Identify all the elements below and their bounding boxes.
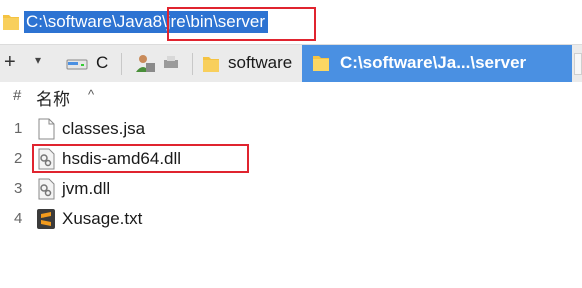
list-item[interactable]: 3 jvm.dll bbox=[0, 175, 582, 204]
name-column-header[interactable]: 名称 bbox=[36, 85, 70, 110]
printer-icon bbox=[162, 54, 180, 77]
list-header: # 名称 ^ bbox=[0, 82, 582, 110]
tab-software[interactable]: software bbox=[194, 45, 300, 82]
file-name: jvm.dll bbox=[62, 179, 111, 198]
tab-separator bbox=[121, 53, 122, 75]
tab-separator bbox=[192, 53, 193, 75]
folder-icon bbox=[312, 53, 330, 78]
blank-file-icon bbox=[36, 118, 56, 140]
tab-label: C bbox=[96, 53, 109, 72]
tab-user-folder[interactable] bbox=[124, 45, 194, 82]
new-tab-button[interactable]: + bbox=[4, 51, 16, 74]
list-item[interactable]: 1 classes.jsa bbox=[0, 115, 582, 144]
drive-icon bbox=[66, 54, 88, 77]
address-bar[interactable]: C:\software\Java8\jre\bin\server bbox=[0, 0, 582, 44]
row-index: 4 bbox=[14, 210, 23, 227]
file-name: classes.jsa bbox=[62, 119, 146, 138]
annotation-box-hsdis bbox=[32, 144, 249, 173]
annotation-box-path bbox=[167, 7, 316, 41]
tab-strip: + ▾ C software C:\software\Ja...\server bbox=[0, 44, 582, 82]
tab-label: C:\software\Ja...\server bbox=[340, 53, 527, 72]
tab-label: software bbox=[228, 53, 293, 72]
sublime-text-icon bbox=[36, 208, 56, 230]
sort-ascending-icon[interactable]: ^ bbox=[88, 87, 94, 102]
tab-menu-dropdown[interactable]: ▾ bbox=[35, 53, 41, 67]
row-index: 2 bbox=[14, 150, 23, 167]
folder-icon bbox=[202, 54, 220, 79]
tab-server-active[interactable]: C:\software\Ja...\server bbox=[302, 45, 572, 82]
user-folder-icon bbox=[134, 52, 156, 79]
index-column-header: # bbox=[13, 87, 22, 104]
folder-icon bbox=[2, 12, 20, 37]
tab-drive-c[interactable]: C bbox=[58, 45, 120, 82]
list-item[interactable]: 4 Xusage.txt bbox=[0, 205, 582, 234]
row-index: 1 bbox=[14, 120, 23, 137]
tab-overflow-edge[interactable] bbox=[574, 53, 582, 75]
file-name: Xusage.txt bbox=[62, 209, 143, 228]
dll-gear-icon bbox=[36, 178, 56, 200]
row-index: 3 bbox=[14, 180, 23, 197]
